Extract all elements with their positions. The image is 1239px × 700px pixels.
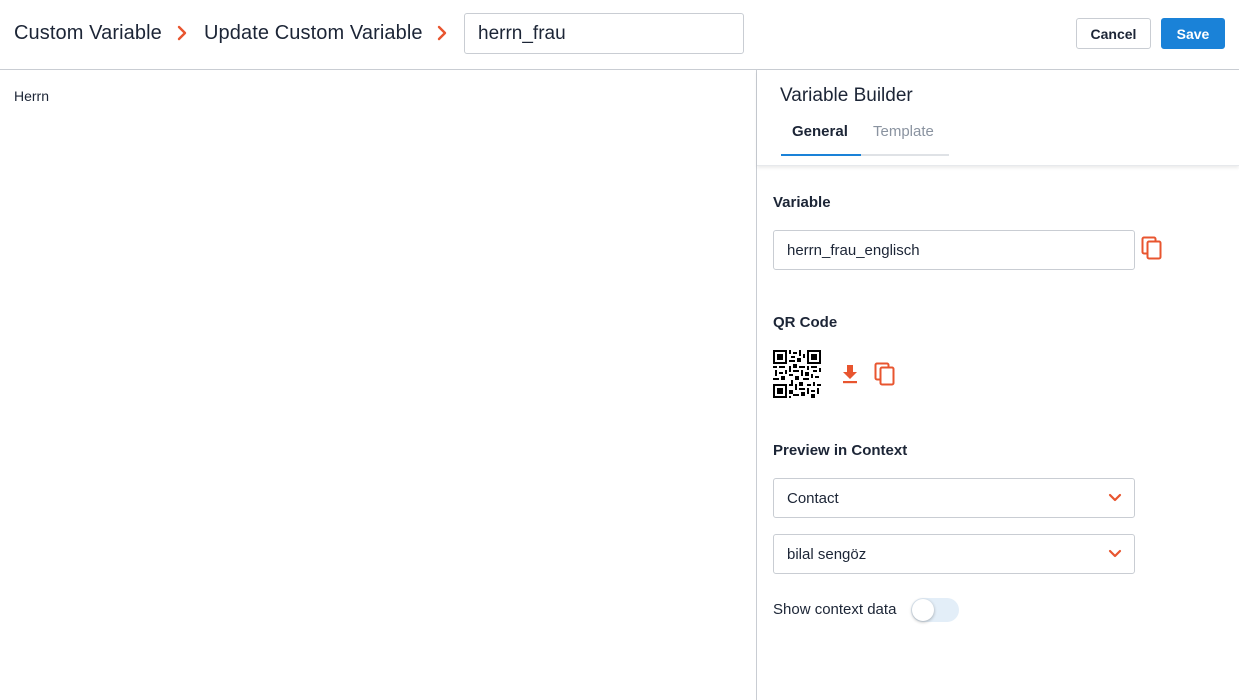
chevron-right-icon — [177, 25, 187, 41]
variable-label: Variable — [773, 194, 831, 211]
qr-code-image — [773, 350, 821, 398]
copy-icon[interactable] — [874, 362, 896, 386]
preview-output: Herrn — [14, 88, 50, 104]
context-type-value: Contact — [787, 489, 839, 507]
qr-code-label: QR Code — [773, 314, 838, 331]
context-type-select[interactable]: Contact — [773, 478, 1135, 518]
variable-value: herrn_frau_englisch — [787, 241, 920, 259]
builder-header: Variable Builder General Template — [757, 70, 1239, 166]
chevron-down-icon — [1108, 493, 1122, 502]
download-icon[interactable] — [841, 364, 859, 384]
cancel-button[interactable]: Cancel — [1076, 18, 1151, 49]
builder-title: Variable Builder — [780, 85, 913, 106]
context-record-select[interactable]: bilal sengöz — [773, 534, 1135, 574]
context-record-value: bilal sengöz — [787, 545, 867, 563]
active-tab-indicator — [781, 154, 861, 156]
breadcrumb-root[interactable]: Custom Variable — [14, 22, 162, 45]
copy-icon[interactable] — [1141, 236, 1163, 260]
tab-general[interactable]: General — [792, 123, 848, 140]
header: Custom Variable Update Custom Variable C… — [0, 0, 1239, 70]
show-context-data-toggle[interactable] — [911, 598, 959, 622]
variable-builder-panel: Variable Builder General Template Variab… — [757, 70, 1239, 700]
save-button[interactable]: Save — [1161, 18, 1225, 49]
preview-pane: Herrn — [0, 70, 756, 700]
tab-template[interactable]: Template — [873, 123, 934, 140]
chevron-right-icon — [437, 25, 447, 41]
builder-tabs: General Template — [781, 117, 949, 156]
show-context-data-label: Show context data — [773, 601, 897, 618]
variable-field[interactable]: herrn_frau_englisch — [773, 230, 1135, 270]
preview-in-context-label: Preview in Context — [773, 442, 908, 459]
chevron-down-icon — [1108, 549, 1122, 558]
variable-name-input[interactable] — [464, 13, 744, 54]
toggle-knob — [912, 599, 934, 621]
breadcrumb-current: Update Custom Variable — [204, 22, 423, 44]
